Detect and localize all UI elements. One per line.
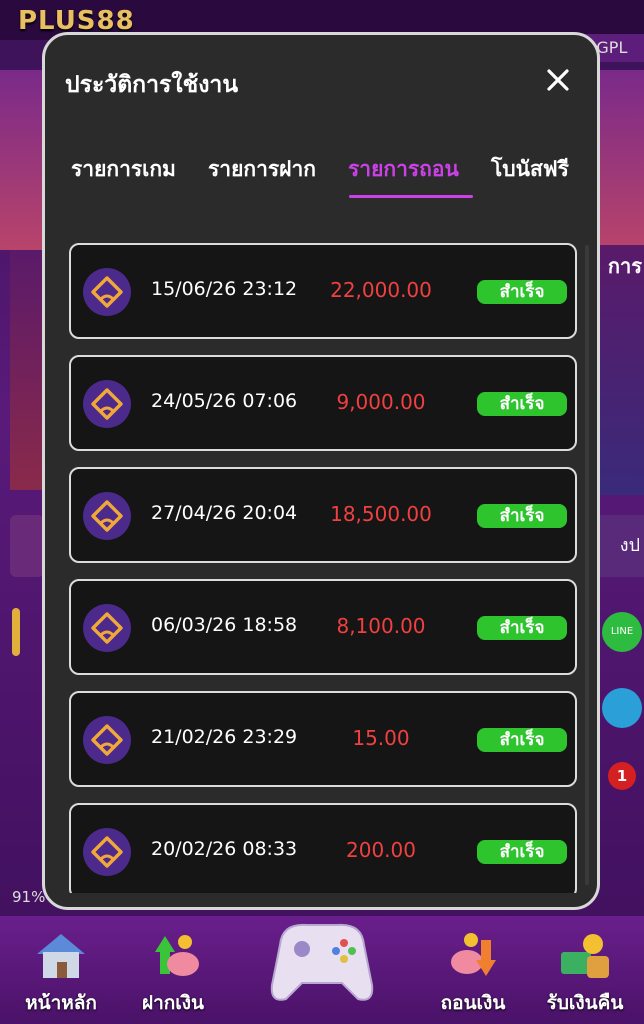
transaction-row[interactable]: 15/06/26 23:12 22,000.00 สำเร็จ [69,243,577,339]
bank-icon [83,380,131,428]
nav-deposit[interactable]: ฝากเงิน [118,916,228,1024]
background-banner-right [600,70,644,250]
home-icon [37,934,85,978]
cashback-icon [561,934,609,978]
line-icon[interactable]: LINE [602,612,642,652]
bank-icon [83,828,131,876]
transaction-date: 15/06/26 23:12 [151,278,298,300]
background-banner-right-2 [600,245,644,495]
transaction-row[interactable]: 27/04/26 20:04 18,500.00 สำเร็จ [69,467,577,563]
active-tab-indicator [349,195,473,198]
nav-deposit-label: ฝากเงิน [141,992,205,1014]
telegram-icon[interactable] [602,688,642,728]
history-modal: ประวัติการใช้งาน รายการเกม รายการฝาก ราย… [42,32,600,910]
transaction-amount: 18,500.00 [330,502,432,526]
bank-icon [83,716,131,764]
transaction-row[interactable]: 06/03/26 18:58 8,100.00 สำเร็จ [69,579,577,675]
tab-game[interactable]: รายการเกม [71,153,176,186]
status-badge: สำเร็จ [477,616,567,640]
tab-withdraw[interactable]: รายการถอน [348,153,459,186]
background-indicator [12,608,20,656]
bank-icon [83,492,131,540]
background-banner-left-2 [10,250,44,490]
nav-cashback[interactable]: รับเงินคืน [530,916,640,1024]
transaction-date: 24/05/26 07:06 [151,390,298,412]
status-badge: สำเร็จ [477,840,567,864]
tab-deposit[interactable]: รายการฝาก [208,153,316,186]
withdraw-list: 15/06/26 23:12 22,000.00 สำเร็จ 24/05/26 07… [69,243,583,893]
nav-home[interactable]: หน้าหลัก [6,916,116,1024]
close-icon[interactable] [543,65,573,95]
deposit-piggy-icon [155,935,199,976]
transaction-amount: 22,000.00 [330,278,432,302]
history-tabs: รายการเกม รายการฝาก รายการถอน โบนัสฟรี [71,147,591,203]
withdraw-piggy-icon [451,933,496,976]
notification-badge: 1 [608,762,636,790]
modal-title: ประวัติการใช้งาน [65,72,239,98]
nav-home-label: หน้าหลัก [25,992,97,1014]
transaction-amount: 200.00 [346,838,416,862]
status-badge: สำเร็จ [477,728,567,752]
transaction-amount: 9,000.00 [336,390,426,414]
list-scrollbar[interactable] [585,245,589,885]
background-side-button-right: งป [600,515,644,577]
transaction-amount: 15.00 [352,726,410,750]
transaction-date: 27/04/26 20:04 [151,502,298,524]
progress-text: 91% [12,888,46,906]
background-banner-text: การ [607,254,642,278]
transaction-date: 21/02/26 23:29 [151,726,298,748]
gamepad-icon[interactable] [262,905,382,1010]
transaction-row[interactable]: 24/05/26 07:06 9,000.00 สำเร็จ [69,355,577,451]
status-badge: สำเร็จ [477,504,567,528]
transaction-amount: 8,100.00 [336,614,426,638]
nav-cashback-label: รับเงินคืน [546,992,624,1014]
transaction-row[interactable]: 21/02/26 23:29 15.00 สำเร็จ [69,691,577,787]
transaction-row[interactable]: 20/02/26 08:33 200.00 สำเร็จ [69,803,577,893]
transaction-date: 20/02/26 08:33 [151,838,298,860]
status-badge: สำเร็จ [477,280,567,304]
nav-withdraw-label: ถอนเงิน [440,992,506,1014]
status-badge: สำเร็จ [477,392,567,416]
transaction-date: 06/03/26 18:58 [151,614,298,636]
nav-withdraw[interactable]: ถอนเงิน [418,916,528,1024]
tab-free-bonus[interactable]: โบนัสฟรี [491,153,569,186]
bank-icon [83,268,131,316]
background-banner-left [0,70,44,250]
background-side-button-left [10,515,44,577]
bank-icon [83,604,131,652]
